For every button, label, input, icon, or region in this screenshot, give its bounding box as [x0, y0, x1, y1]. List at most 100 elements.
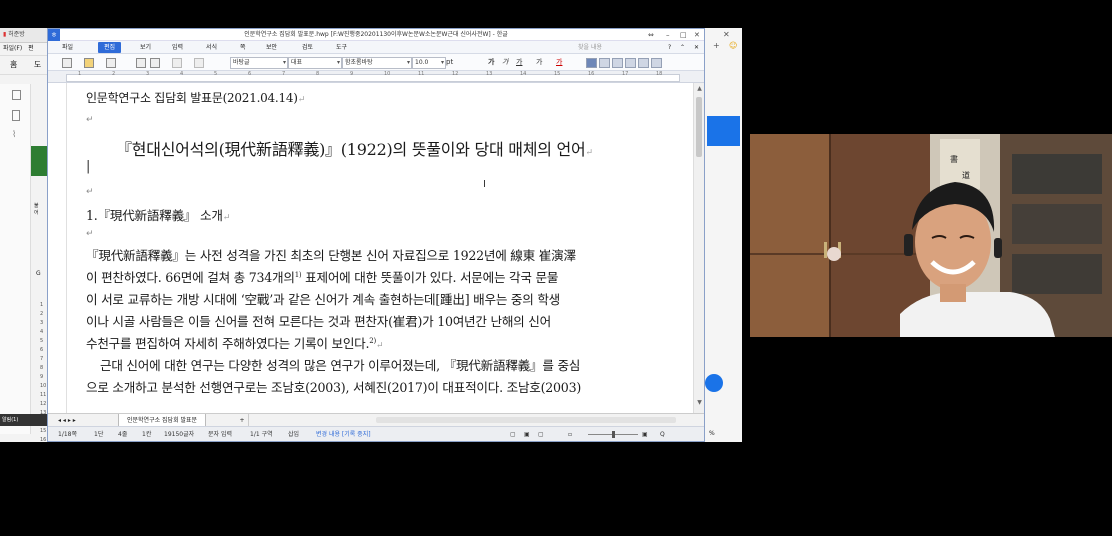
page-margin-left: [66, 83, 67, 413]
align-center-icon[interactable]: [612, 58, 623, 68]
redo-icon[interactable]: [194, 58, 204, 68]
menu-page[interactable]: 쪽: [240, 41, 246, 54]
paragraph-mark-icon: ↵: [222, 213, 231, 223]
window-title: 인문학연구소 집담회 발표문.hwp [F:W진행중20201130이후W논문W…: [244, 31, 508, 38]
bookmark-icon[interactable]: [12, 110, 20, 121]
background-menu-file[interactable]: 파일(F): [3, 45, 22, 52]
ruler[interactable]: 1 2 3 4 5 6 7 8 9 10 11 12 13 14 15 16 17 18: [48, 71, 704, 83]
document-title: 『현대신어석의(現代新語釋義)』(1922)의 뜻풀이와 당대 매체의 언어↵: [116, 136, 593, 160]
underline-button[interactable]: 가: [516, 57, 522, 67]
svg-text:道: 道: [962, 170, 970, 180]
language-select[interactable]: 대표: [288, 57, 342, 69]
paragraph-line-text: 표제어에 대한 뜻풀이가 있다. 서문에는 각국 문물: [305, 270, 559, 285]
vertical-scrollbar[interactable]: ▲ ▼: [693, 83, 704, 413]
strike-button[interactable]: 가: [536, 57, 542, 67]
background-menu-edit[interactable]: 편: [28, 45, 34, 52]
text-color-button[interactable]: 가: [556, 57, 562, 67]
style-select[interactable]: 바탕글: [230, 57, 288, 69]
zoom-fit-icon[interactable]: Q: [660, 427, 665, 442]
footnote-marker[interactable]: 2): [369, 337, 376, 345]
menu-view[interactable]: 보기: [140, 41, 151, 54]
document-page[interactable]: 인문학연구소 집담회 발표문(2021.04.14)↵ ↵ 『현대신어석의(現代…: [48, 83, 704, 413]
align-left-icon[interactable]: [599, 58, 610, 68]
view-page-icon[interactable]: ▣: [524, 427, 530, 442]
print-icon[interactable]: [136, 58, 146, 68]
new-doc-icon[interactable]: [62, 58, 72, 68]
minimize-icon[interactable]: –: [666, 29, 670, 41]
hwp-logo-icon: ㅎ: [48, 29, 60, 41]
background-tab[interactable]: ▮ 허준방: [0, 28, 47, 43]
ruler-number: 5: [214, 71, 218, 77]
ruler-number: 16: [588, 71, 595, 77]
plus-icon[interactable]: +: [713, 41, 720, 50]
background-row-number: 10: [40, 383, 47, 389]
green-block: [31, 146, 47, 176]
font-size-unit[interactable]: pt: [446, 57, 453, 67]
align-split-icon[interactable]: [651, 58, 662, 68]
menu-security[interactable]: 보안: [266, 41, 277, 54]
background-row-number: 1: [40, 302, 44, 308]
status-insert[interactable]: 삽입: [288, 427, 299, 442]
webcam-video: 書 道: [750, 134, 1112, 337]
font-size-input[interactable]: 10.0: [412, 57, 446, 69]
open-folder-icon[interactable]: [84, 58, 94, 68]
scroll-up-icon[interactable]: ▲: [694, 85, 705, 92]
horizontal-scrollbar[interactable]: [376, 417, 676, 423]
menu-insert[interactable]: 입력: [172, 41, 183, 54]
undo-icon[interactable]: [172, 58, 182, 68]
zoom-slider[interactable]: [588, 431, 638, 438]
help-icon[interactable]: ?: [668, 41, 671, 54]
align-justify-icon[interactable]: [586, 58, 597, 68]
restore-icon[interactable]: ⇔: [648, 29, 654, 41]
scroll-down-icon[interactable]: ▼: [694, 399, 705, 406]
attachment-icon[interactable]: ⌇: [12, 130, 16, 140]
background-browser: ✕ + ☺ %: [705, 28, 742, 442]
scroll-thumb[interactable]: [696, 97, 702, 157]
menu-review[interactable]: 검토: [302, 41, 313, 54]
maximize-icon[interactable]: □: [680, 29, 687, 41]
menu-file[interactable]: 파일: [62, 41, 73, 54]
bold-button[interactable]: 가: [488, 57, 494, 67]
close-icon[interactable]: ✕: [723, 30, 730, 39]
font-select[interactable]: 함초롬바탕: [342, 57, 412, 69]
zoom-in-icon[interactable]: ▣: [642, 427, 648, 442]
menu-tools[interactable]: 도구: [336, 41, 347, 54]
mouse-cursor-icon: I: [483, 179, 486, 190]
search-input[interactable]: 찾을 내용: [578, 41, 602, 54]
zoom-out-icon[interactable]: ▫: [568, 427, 572, 442]
view-web-icon[interactable]: ▢: [538, 427, 544, 442]
preview-icon[interactable]: [150, 58, 160, 68]
background-nav-next[interactable]: 도: [34, 60, 41, 69]
paragraph-line: 이 편찬하였다. 66면에 걸쳐 총 734개의1) 표제어에 대한 뜻풀이가 …: [86, 267, 558, 286]
paragraph-mark-icon: ↵: [297, 95, 306, 105]
background-nav-home[interactable]: 홈: [10, 60, 17, 69]
toolbar: 바탕글 대표 함초롬바탕 10.0 pt 가 가 가 가 가: [48, 54, 704, 71]
paragraph-line: 이나 시골 사람들은 이들 신어를 전혀 모른다는 것과 편찬자(崔君)가 10…: [86, 314, 551, 329]
align-distribute-icon[interactable]: [638, 58, 649, 68]
background-tab-label: 허준방: [8, 31, 25, 38]
collapse-icon[interactable]: ⌃: [680, 41, 685, 54]
close-icon[interactable]: ✕: [694, 29, 700, 41]
view-normal-icon[interactable]: ▢: [510, 427, 516, 442]
ruler-number: 6: [248, 71, 252, 77]
pdf-icon: ▮: [3, 31, 7, 38]
footnote-marker[interactable]: 1): [295, 271, 302, 279]
menu-edit[interactable]: 편집: [98, 42, 122, 53]
status-chars: 19150글자: [164, 431, 195, 438]
smiley-icon[interactable]: ☺: [729, 41, 737, 50]
paragraph-line-text: 수천구를 편집하여 자세히 주해하였다는 기록이 보인다.: [86, 336, 370, 351]
header-line: 인문학연구소 집담회 발표문(2021.04.14)↵: [86, 89, 305, 106]
close-icon[interactable]: ✕: [694, 41, 699, 54]
copy-icon[interactable]: [12, 90, 21, 100]
paragraph-line: 『現代新語釋義』는 사전 성격을 가진 최초의 단행본 신어 자료집으로 192…: [86, 248, 576, 263]
status-track-changes[interactable]: 변경 내용 [기록 중지]: [316, 427, 371, 442]
zoom-slider-knob[interactable]: [612, 431, 615, 438]
save-icon[interactable]: [106, 58, 116, 68]
align-right-icon[interactable]: [625, 58, 636, 68]
chat-icon[interactable]: [705, 374, 723, 392]
status-page: 1/18쪽: [58, 431, 77, 438]
menu-format[interactable]: 서식: [206, 41, 217, 54]
webcam-image: 書 道: [750, 134, 1112, 337]
italic-button[interactable]: 가: [502, 57, 508, 67]
ruler-number: 9: [350, 71, 354, 77]
